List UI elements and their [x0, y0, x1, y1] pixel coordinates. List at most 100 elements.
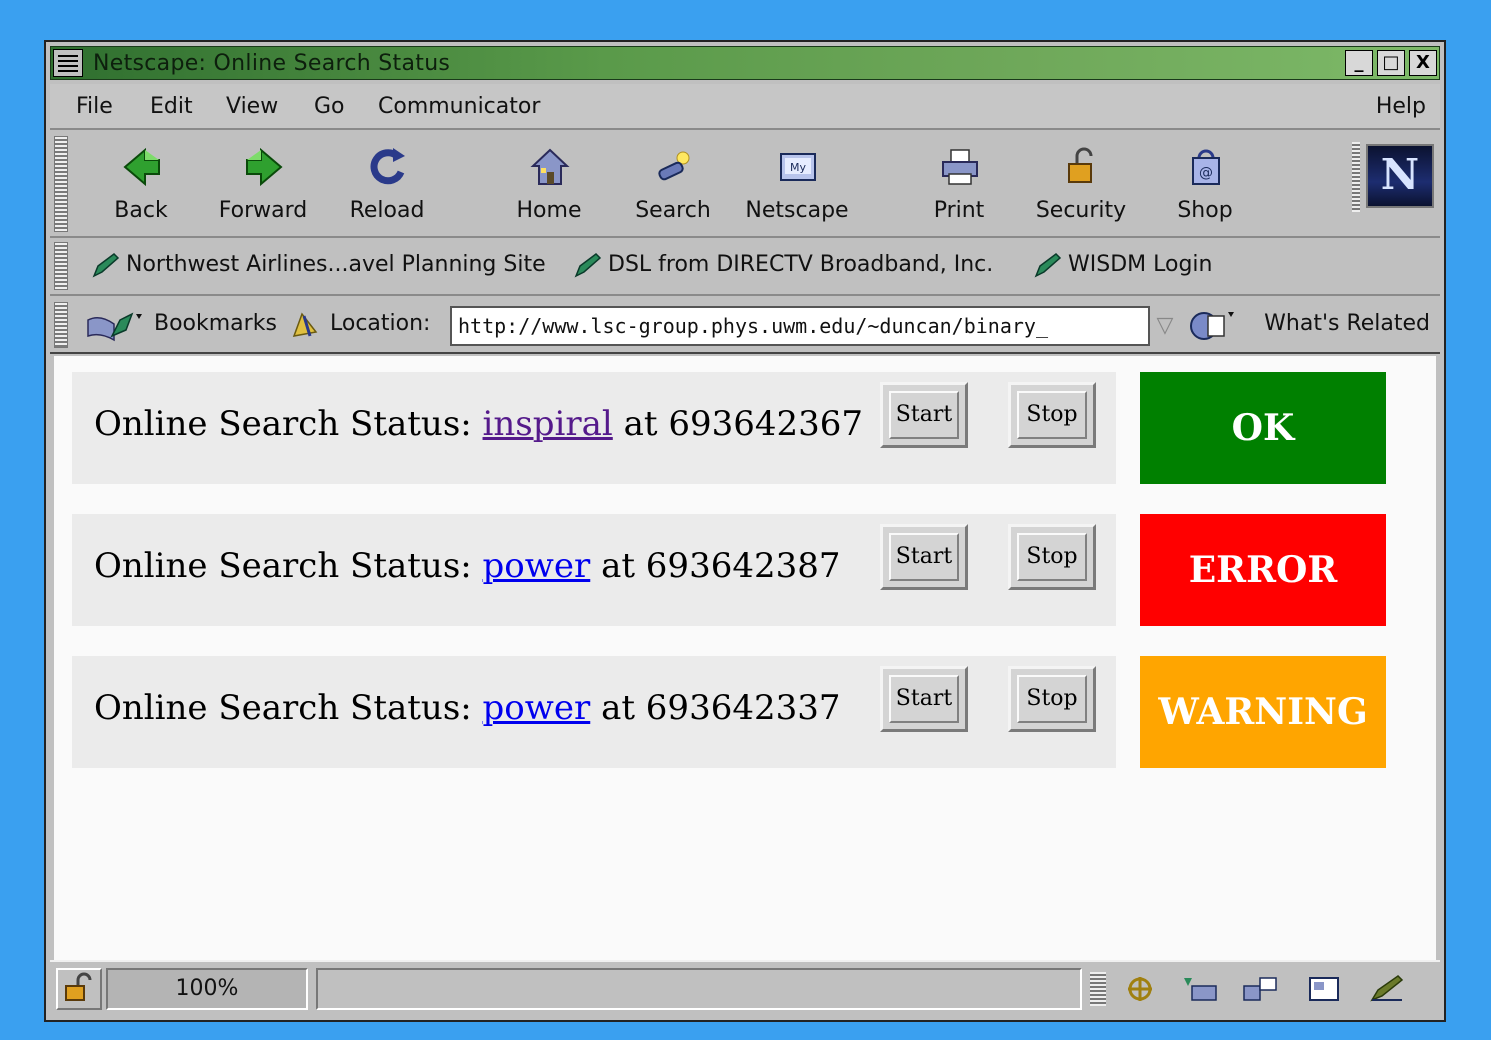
status-prefix: Online Search Status: — [94, 688, 472, 728]
menu-bar: File Edit View Go Communicator Help — [50, 84, 1440, 130]
menu-edit[interactable]: Edit — [150, 94, 193, 119]
window-menu-icon[interactable] — [53, 49, 83, 77]
minimize-button[interactable]: _ — [1345, 50, 1373, 76]
navigator-icon[interactable] — [1120, 972, 1160, 1006]
netscape-logo-icon[interactable]: N — [1366, 144, 1434, 208]
location-toolbar-grip[interactable] — [54, 302, 68, 348]
throbber-grip — [1352, 142, 1360, 212]
shop-button[interactable]: @ Shop — [1150, 138, 1260, 232]
bookmark-directv[interactable]: DSL from DIRECTV Broadband, Inc. — [572, 252, 993, 278]
status-prefix: Online Search Status: — [94, 546, 472, 586]
forward-button[interactable]: Forward — [208, 138, 318, 232]
search-link[interactable]: inspiral — [483, 404, 613, 444]
component-bar-grip[interactable] — [1090, 972, 1106, 1006]
status-row: Online Search Status: inspiral at 693642… — [72, 372, 1116, 484]
start-button-label: Start — [889, 391, 959, 439]
status-time: at 693642337 — [601, 688, 841, 728]
location-url-input[interactable]: http://www.lsc-group.phys.uwm.edu/~dunca… — [450, 306, 1150, 346]
security-label: Security — [1035, 198, 1127, 223]
whats-related-icon[interactable] — [1188, 308, 1238, 344]
bookmark-label: DSL from DIRECTV Broadband, Inc. — [608, 252, 994, 277]
start-button-label: Start — [889, 533, 959, 581]
home-button[interactable]: Home — [494, 138, 604, 232]
stop-button[interactable]: Stop — [1008, 382, 1096, 448]
bookmark-label: WISDM Login — [1068, 252, 1213, 277]
shop-label: Shop — [1177, 198, 1233, 223]
status-badge-ok: OK — [1140, 372, 1386, 484]
my-netscape-icon: My — [780, 153, 816, 181]
menu-help[interactable]: Help — [1376, 94, 1426, 119]
shop-bag-icon: @ — [1192, 149, 1220, 185]
location-toolbar: Bookmarks Location: http://www.lsc-group… — [50, 298, 1440, 354]
unlocked-padlock-icon — [65, 972, 92, 1001]
security-status-button[interactable] — [56, 968, 102, 1010]
home-label: Home — [516, 198, 582, 223]
window-title: Netscape: Online Search Status — [93, 51, 451, 76]
toolbar-grip[interactable] — [54, 136, 68, 232]
bookmark-pen-icon — [1034, 253, 1062, 278]
search-icon — [658, 151, 690, 181]
composer-icon[interactable] — [1304, 972, 1344, 1006]
status-badge-error: ERROR — [1140, 514, 1386, 626]
status-time: at 693642387 — [601, 546, 841, 586]
title-bar[interactable]: Netscape: Online Search Status _ □ X — [50, 46, 1440, 80]
start-button-label: Start — [889, 675, 959, 723]
stop-button-label: Stop — [1017, 391, 1087, 439]
netscape-button[interactable]: My Netscape — [742, 138, 852, 232]
reload-button[interactable]: Reload — [332, 138, 442, 232]
address-book-icon[interactable] — [1366, 972, 1406, 1006]
discussions-icon[interactable] — [1240, 972, 1280, 1006]
page-content: Online Search Status: inspiral at 693642… — [54, 356, 1436, 960]
bookmark-northwest[interactable]: Northwest Airlines...avel Planning Site — [90, 252, 546, 278]
netscape-label: Netscape — [745, 198, 849, 223]
menu-view[interactable]: View — [226, 94, 278, 119]
stop-button[interactable]: Stop — [1008, 524, 1096, 590]
whats-related-label[interactable]: What's Related — [1264, 311, 1430, 336]
url-dropdown-icon[interactable]: ▽ — [1152, 308, 1178, 344]
start-button[interactable]: Start — [880, 382, 968, 448]
personal-toolbar-grip[interactable] — [54, 242, 68, 290]
menu-communicator[interactable]: Communicator — [378, 94, 540, 119]
start-button[interactable]: Start — [880, 666, 968, 732]
status-row: Online Search Status: power at 693642337… — [72, 656, 1116, 768]
print-label: Print — [933, 198, 985, 223]
padlock-icon — [1068, 147, 1093, 183]
svg-text:@: @ — [1199, 165, 1213, 181]
bookmark-pen-icon — [574, 253, 602, 278]
status-badge-warning: WARNING — [1140, 656, 1386, 768]
back-arrow-icon — [123, 147, 160, 187]
start-button[interactable]: Start — [880, 524, 968, 590]
forward-arrow-icon — [246, 147, 283, 187]
close-button[interactable]: X — [1409, 50, 1437, 76]
menu-go[interactable]: Go — [314, 94, 345, 119]
bookmarks-icon[interactable] — [86, 310, 148, 342]
status-line: Online Search Status: inspiral at 693642… — [94, 404, 863, 444]
status-message — [316, 968, 1082, 1010]
bookmark-wisdm[interactable]: WISDM Login — [1032, 252, 1212, 278]
stop-button[interactable]: Stop — [1008, 666, 1096, 732]
status-row: Online Search Status: power at 693642387… — [72, 514, 1116, 626]
reload-icon — [370, 148, 405, 185]
search-link[interactable]: power — [483, 688, 591, 728]
search-link[interactable]: power — [483, 546, 591, 586]
menu-file[interactable]: File — [76, 94, 113, 119]
browser-window: Netscape: Online Search Status _ □ X Fil… — [44, 40, 1446, 1022]
bookmark-pen-icon — [92, 253, 120, 278]
stop-button-label: Stop — [1017, 675, 1087, 723]
status-time: at 693642367 — [623, 404, 864, 444]
home-icon — [530, 148, 570, 185]
status-bar: 100% — [50, 960, 1440, 1016]
status-line: Online Search Status: power at 693642337 — [94, 688, 841, 728]
location-label: Location: — [330, 311, 431, 336]
bookmarks-label[interactable]: Bookmarks — [154, 311, 277, 336]
page-proxy-icon[interactable] — [290, 310, 320, 340]
search-button[interactable]: Search — [618, 138, 728, 232]
back-button[interactable]: Back — [86, 138, 196, 232]
maximize-button[interactable]: □ — [1377, 50, 1405, 76]
mail-icon[interactable] — [1180, 972, 1220, 1006]
forward-label: Forward — [218, 198, 308, 223]
security-button[interactable]: Security — [1026, 138, 1136, 232]
status-prefix: Online Search Status: — [94, 404, 472, 444]
svg-text:My: My — [790, 161, 806, 174]
print-button[interactable]: Print — [904, 138, 1014, 232]
